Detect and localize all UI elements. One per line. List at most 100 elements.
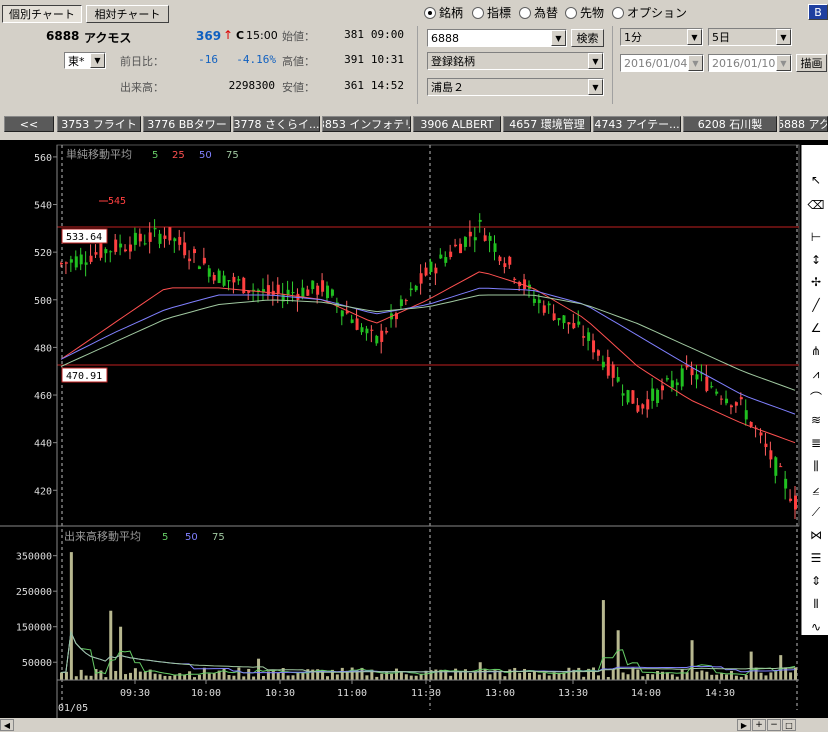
cross-line-tool-icon[interactable]: ✢ bbox=[805, 272, 827, 292]
vertical-line-tool-icon[interactable]: ↕ bbox=[805, 250, 827, 270]
gann-tool-icon[interactable]: ⦤ bbox=[805, 479, 827, 499]
channel-tool-icon[interactable]: ≋ bbox=[805, 410, 827, 430]
volume-bar bbox=[547, 675, 551, 680]
divider bbox=[417, 26, 418, 104]
radio-forex[interactable]: 為替 bbox=[519, 4, 558, 21]
candle-body bbox=[774, 457, 778, 476]
draw-button[interactable]: 描画 bbox=[796, 54, 827, 72]
volume-bar bbox=[734, 675, 738, 680]
vol-ma-label: 75 bbox=[212, 532, 225, 543]
volume-bar bbox=[394, 668, 398, 680]
volume-bar bbox=[710, 674, 714, 680]
radio-options[interactable]: オプション bbox=[612, 4, 687, 21]
candle-body bbox=[143, 243, 147, 245]
scroll-right-icon[interactable]: ▶ bbox=[737, 719, 751, 731]
fibonacci-retracement-icon[interactable]: ≣ bbox=[805, 433, 827, 453]
radio-label: オプション bbox=[627, 6, 688, 20]
volume-bar bbox=[557, 673, 561, 680]
scroll-left-icon[interactable]: ◀ bbox=[0, 719, 14, 731]
time-x-axis: 09:30 10:00 10:30 11:00 11:30 13:00 13:30 14:00… bbox=[120, 680, 735, 699]
volume-bar bbox=[725, 674, 729, 680]
tab-3776[interactable]: 3776 BBタワー bbox=[143, 116, 231, 132]
tab-3906[interactable]: 3906 ALBERT bbox=[413, 116, 501, 132]
divider bbox=[612, 26, 613, 104]
list-select[interactable]: 登録銘柄 ▼ bbox=[427, 52, 604, 70]
corner-badge[interactable]: B bbox=[808, 4, 828, 20]
volume-bar bbox=[705, 671, 709, 680]
radio-stock[interactable]: 銘柄 bbox=[424, 4, 463, 21]
candle-body bbox=[109, 251, 113, 253]
tab-6888[interactable]: 6888 アク bbox=[779, 116, 828, 132]
relative-chart-button[interactable]: 相対チャート bbox=[86, 5, 169, 23]
candle-body bbox=[212, 274, 216, 281]
vol-ma-label: 50 bbox=[185, 532, 198, 543]
arc-tool-icon[interactable]: ⌒ bbox=[805, 387, 827, 407]
range-tool-icon[interactable]: ⇕ bbox=[805, 571, 827, 591]
code-combo[interactable]: 6888 ▼ bbox=[427, 29, 567, 47]
candle-body bbox=[148, 232, 152, 242]
horizontal-line-tool-icon[interactable]: ⊢ bbox=[805, 227, 827, 247]
volume-y-axis: 350000 250000 150000 50000 bbox=[16, 552, 57, 669]
trend-line-tool-icon[interactable]: ╱ bbox=[805, 295, 827, 315]
bar-pattern-tool-icon[interactable]: ⦀ bbox=[805, 594, 827, 614]
candle-body bbox=[355, 318, 359, 330]
angle-tool-icon[interactable]: ∠ bbox=[805, 318, 827, 338]
exchange-select[interactable]: 東* ▼ bbox=[64, 52, 106, 69]
volume-ma-lines bbox=[60, 630, 796, 676]
volume-bar bbox=[577, 667, 581, 680]
volume-bar bbox=[449, 675, 453, 680]
pitchfork-icon[interactable]: ⋈ bbox=[805, 525, 827, 545]
candle-body bbox=[729, 405, 733, 408]
y-tick-label: 500 bbox=[34, 296, 52, 307]
span-select[interactable]: 5日 ▼ bbox=[708, 28, 792, 46]
volume-bar bbox=[89, 675, 93, 680]
volume-bar bbox=[286, 675, 290, 680]
zoom-out-icon[interactable]: − bbox=[767, 719, 781, 731]
tab-4657[interactable]: 4657 環境管理 bbox=[503, 116, 591, 132]
zoom-in-icon[interactable]: + bbox=[752, 719, 766, 731]
price-panel-title: 単純移動平均 bbox=[66, 147, 132, 161]
three-line-tool-icon[interactable]: ☰ bbox=[805, 548, 827, 568]
volume-bar bbox=[79, 669, 83, 680]
tab-3778[interactable]: 3778 さくらイ... bbox=[233, 116, 320, 132]
candle-body bbox=[611, 364, 615, 378]
volume-ma-line bbox=[60, 630, 796, 674]
fibonacci-fan-icon[interactable]: ⩘ bbox=[805, 364, 827, 384]
group-select[interactable]: 浦島２ ▼ bbox=[427, 78, 604, 96]
chevron-down-icon: ▼ bbox=[687, 29, 702, 45]
cursor-icon[interactable]: ↖ bbox=[805, 170, 827, 190]
fan-tool-icon[interactable]: ⋔ bbox=[805, 341, 827, 361]
gann-fan-icon[interactable]: ⟋ bbox=[805, 502, 827, 522]
volume-bar bbox=[168, 675, 172, 680]
tab-4743[interactable]: 4743 アイテー... bbox=[593, 116, 681, 132]
chart-area[interactable]: 単純移動平均 5 25 50 75 560 540 520 500 480 460 440 4… bbox=[0, 140, 828, 718]
interval-select[interactable]: 1分 ▼ bbox=[620, 28, 703, 46]
reset-view-icon[interactable]: □ bbox=[782, 719, 796, 731]
search-button[interactable]: 検索 bbox=[571, 29, 604, 47]
volume-bar bbox=[626, 674, 630, 680]
candle-body bbox=[104, 249, 108, 254]
volume-bar bbox=[715, 674, 719, 680]
eraser-icon[interactable]: ⌫ bbox=[805, 195, 827, 215]
tab-3753[interactable]: 3753 フライト bbox=[57, 116, 141, 132]
chart-canvas[interactable]: 単純移動平均 5 25 50 75 560 540 520 500 480 460 440 4… bbox=[0, 140, 828, 718]
candle-body bbox=[207, 268, 211, 277]
tab-3853[interactable]: 3853 インフォテリ bbox=[322, 116, 411, 132]
high-time: 10:31 bbox=[370, 53, 404, 66]
fibonacci-time-icon[interactable]: ⫼ bbox=[805, 456, 827, 476]
wave-tool-icon[interactable]: ∿ bbox=[805, 617, 827, 637]
tab-prev[interactable]: << bbox=[4, 116, 54, 132]
to-date-select[interactable]: 2016/01/10 ▼ bbox=[708, 54, 792, 72]
from-date-select[interactable]: 2016/01/04 ▼ bbox=[620, 54, 704, 72]
individual-chart-button[interactable]: 個別チャート bbox=[2, 5, 82, 23]
horizontal-scrollbar[interactable]: ◀ ▶ + − □ bbox=[0, 718, 828, 732]
volume-bar bbox=[537, 674, 541, 680]
high-marker-label: 545 bbox=[108, 196, 126, 207]
volume-bar bbox=[124, 674, 128, 680]
radio-indicator[interactable]: 指標 bbox=[472, 4, 511, 21]
radio-futures[interactable]: 先物 bbox=[565, 4, 604, 21]
candle-body bbox=[577, 321, 581, 325]
volume-bar bbox=[414, 675, 418, 680]
x-tick-label: 13:00 bbox=[485, 688, 515, 699]
tab-6208[interactable]: 6208 石川製 bbox=[683, 116, 777, 132]
